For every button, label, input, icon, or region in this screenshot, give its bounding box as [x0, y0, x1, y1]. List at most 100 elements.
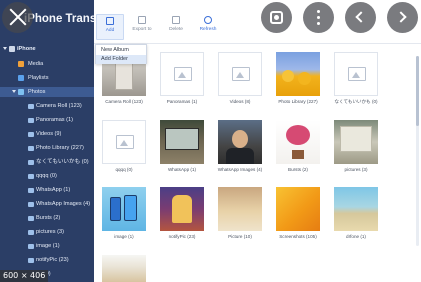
expand-arrow-icon[interactable] [3, 47, 7, 50]
album-thumbnail[interactable] [218, 187, 262, 231]
kebab-dot-icon [317, 10, 320, 13]
album-thumbnail[interactable] [160, 120, 204, 164]
trash-icon [172, 16, 180, 24]
sidebar-item-label: Playlists [28, 75, 49, 81]
folder-icon [28, 173, 34, 179]
sidebar-album-label: pictures (3) [36, 229, 64, 235]
sidebar-album[interactable]: Camera Roll (123) [0, 101, 94, 111]
album-caption: WhatsApp Images (4) [217, 167, 263, 172]
image-placeholder-icon [116, 135, 134, 149]
chevron-left-icon [355, 11, 367, 23]
sidebar-album[interactable]: pictures (3) [0, 227, 94, 237]
album-thumbnail[interactable] [334, 52, 378, 96]
export-button[interactable]: Export to [128, 10, 156, 40]
sidebar-album[interactable]: Bursts (2) [0, 213, 94, 223]
sidebar-album[interactable]: qqqq (0) [0, 171, 94, 181]
sidebar-album-label: WhatsApp Images (4) [36, 201, 91, 207]
album-caption: Bursts (2) [288, 167, 308, 172]
folder-icon [28, 229, 34, 235]
delete-label: Delete [169, 27, 183, 32]
add-label: Add [105, 28, 115, 33]
folder-icon [28, 215, 34, 221]
media-icon [18, 61, 24, 67]
folder-icon [28, 187, 34, 193]
refresh-button[interactable]: Refresh [194, 10, 222, 40]
sidebar-album[interactable]: Videos (9) [0, 129, 94, 139]
refresh-icon [204, 16, 212, 24]
image-size-badge: 600 × 406 [0, 270, 49, 282]
sidebar-album-label: image (1) [36, 243, 60, 249]
folder-icon [28, 131, 34, 137]
kebab-dot-icon [317, 16, 320, 19]
app-window: iPhone Transfer iPhone Media Playlists P… [0, 0, 421, 282]
delete-button[interactable]: Delete [162, 10, 190, 40]
expand-arrow-icon[interactable] [12, 90, 16, 93]
album-caption: pictures (3) [344, 167, 368, 172]
album-caption: notifyPic (23) [168, 234, 196, 239]
sidebar-album[interactable]: なくてもいいかも (0) [0, 157, 94, 167]
album-caption: Screenshots (105) [279, 234, 317, 239]
album-caption: なくてもいいかも (0) [334, 99, 378, 104]
image-placeholder-icon [174, 67, 192, 81]
album-caption: image (1) [114, 234, 134, 239]
sidebar-album-label: Photo Library (227) [36, 145, 84, 151]
more-options-button[interactable] [303, 2, 334, 33]
folder-icon [28, 145, 34, 151]
screenshot-overlay-button[interactable] [261, 2, 292, 33]
folder-icon [28, 159, 34, 165]
album-thumbnail[interactable] [102, 120, 146, 164]
sidebar-item-media[interactable]: Media [0, 59, 94, 69]
sidebar-album-label: なくてもいいかも (0) [36, 159, 89, 165]
album-thumbnail[interactable] [218, 52, 262, 96]
folder-icon [28, 117, 34, 123]
plus-icon [106, 17, 114, 25]
sidebar-item-device[interactable]: iPhone [0, 44, 94, 54]
sidebar-album[interactable]: image (1) [0, 241, 94, 251]
sidebar-album-label: notifyPic (23) [36, 257, 69, 263]
sidebar-item-label: Photos [28, 89, 46, 95]
album-thumbnail[interactable] [160, 187, 204, 231]
sidebar-album[interactable]: Panoramas (1) [0, 115, 94, 125]
previous-button[interactable] [345, 2, 376, 33]
sidebar-album[interactable]: WhatsApp Images (4) [0, 199, 94, 209]
photos-icon [18, 89, 24, 95]
menu-item-add-folder[interactable]: Add Folder [96, 55, 146, 64]
album-caption: drfone (1) [346, 234, 366, 239]
close-overlay-button[interactable] [2, 2, 33, 33]
sidebar-album[interactable]: WhatsApp (1) [0, 185, 94, 195]
sidebar-item-label: Media [28, 61, 44, 67]
album-thumbnail[interactable] [102, 255, 146, 282]
folder-icon [28, 243, 34, 249]
menu-item-new-album[interactable]: New Album [96, 46, 146, 55]
image-placeholder-icon [232, 67, 250, 81]
folder-icon [28, 201, 34, 207]
album-thumbnail[interactable] [102, 187, 146, 231]
album-thumbnail[interactable] [218, 120, 262, 164]
sidebar-album-label: Videos (9) [36, 131, 62, 137]
sidebar-item-playlists[interactable]: Playlists [0, 73, 94, 83]
sidebar-album[interactable]: notifyPic (23) [0, 255, 94, 265]
sidebar-album-label: Bursts (2) [36, 215, 61, 221]
iphone-icon [9, 46, 15, 52]
next-button[interactable] [387, 2, 418, 33]
sidebar-album[interactable]: Photo Library (227) [0, 143, 94, 153]
vertical-scrollbar[interactable] [416, 56, 419, 246]
sidebar-album-label: WhatsApp (1) [36, 187, 71, 193]
scrollbar-thumb[interactable] [416, 56, 419, 126]
sidebar-item-label: iPhone [17, 46, 36, 52]
album-thumbnail[interactable] [334, 120, 378, 164]
album-thumbnail[interactable] [276, 120, 320, 164]
sidebar-item-photos[interactable]: Photos [0, 87, 94, 97]
add-button[interactable]: Add [96, 14, 124, 40]
album-thumbnail[interactable] [276, 52, 320, 96]
album-caption: WhatsApp (1) [167, 167, 197, 172]
sidebar-album-label: Camera Roll (123) [36, 103, 82, 109]
playlist-icon [18, 75, 24, 81]
photo-grid: Camera Roll (123) Panoramas (1) Videos (… [94, 44, 421, 282]
album-thumbnail[interactable] [160, 52, 204, 96]
album-thumbnail[interactable] [334, 187, 378, 231]
capture-dot-icon [274, 15, 279, 20]
sidebar: iPhone Transfer iPhone Media Playlists P… [0, 0, 111, 282]
album-thumbnail[interactable] [276, 187, 320, 231]
folder-icon [28, 103, 34, 109]
